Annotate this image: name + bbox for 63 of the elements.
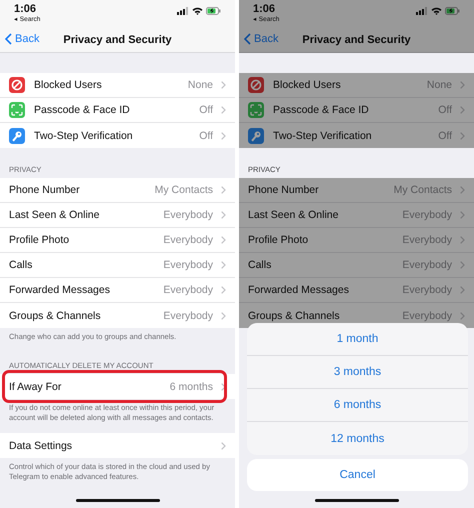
chevron-icon [460, 261, 465, 269]
chevron-icon [460, 186, 465, 194]
chevron-icon [221, 106, 226, 114]
chevron-icon [221, 382, 226, 390]
settings-row[interactable]: Groups & Channels Everybody [0, 303, 235, 328]
back-chevron-icon [5, 33, 12, 45]
chevron-icon [460, 211, 465, 219]
settings-row[interactable]: Blocked Users None [0, 73, 235, 98]
back-button[interactable]: Back [5, 33, 40, 45]
chevron-icon [460, 286, 465, 294]
signal-icon [177, 7, 189, 15]
settings-row[interactable]: Two-Step Verification Off [0, 123, 235, 148]
blocked-icon [248, 77, 264, 93]
settings-row[interactable]: Blocked Users None [239, 73, 474, 98]
blocked-icon [9, 77, 25, 93]
chevron-icon [221, 132, 226, 140]
settings-row[interactable]: Forwarded Messages Everybody [239, 278, 474, 303]
chevron-icon [221, 261, 226, 269]
face-scan-icon [248, 102, 264, 118]
chevron-icon [460, 132, 465, 140]
wifi-icon [192, 7, 203, 15]
settings-row[interactable]: Two-Step Verification Off [239, 123, 474, 148]
battery-icon [445, 7, 460, 15]
chevron-icon [460, 106, 465, 114]
chevron-icon [460, 312, 465, 320]
sheet-option[interactable]: 3 months [247, 356, 468, 389]
screen-title: Privacy and Security [63, 34, 172, 46]
signal-icon [416, 7, 428, 15]
settings-row[interactable]: Passcode & Face ID Off [239, 98, 474, 123]
chevron-icon [221, 236, 226, 244]
cancel-button[interactable]: Cancel [247, 459, 468, 491]
sheet-option[interactable]: 6 months [247, 389, 468, 422]
settings-row[interactable]: Profile Photo Everybody [239, 228, 474, 253]
screen-title: Privacy and Security [302, 34, 411, 46]
face-scan-icon [9, 102, 25, 118]
back-chevron-icon [244, 33, 251, 45]
settings-row[interactable]: Last Seen & Online Everybody [0, 203, 235, 228]
settings-row[interactable]: Data Settings [0, 433, 235, 458]
status-time: 1:06 [253, 3, 276, 16]
key-icon [9, 128, 25, 144]
settings-row[interactable]: Calls Everybody [0, 253, 235, 278]
battery-icon [206, 7, 221, 15]
settings-row[interactable]: If Away For 6 months [0, 374, 235, 399]
chevron-icon [221, 81, 226, 89]
settings-row[interactable]: Last Seen & Online Everybody [239, 203, 474, 228]
chevron-icon [460, 81, 465, 89]
chevron-icon [221, 442, 226, 450]
sheet-option[interactable]: 1 month [247, 323, 468, 356]
settings-row[interactable]: Phone Number My Contacts [239, 178, 474, 203]
settings-row[interactable]: Profile Photo Everybody [0, 228, 235, 253]
chevron-icon [221, 312, 226, 320]
settings-row[interactable]: Passcode & Face ID Off [0, 98, 235, 123]
wifi-icon [431, 7, 442, 15]
status-time: 1:06 [14, 3, 38, 16]
sheet-option[interactable]: 12 months [247, 422, 468, 455]
settings-row[interactable]: Calls Everybody [239, 253, 474, 278]
chevron-icon [221, 211, 226, 219]
settings-row[interactable]: Phone Number My Contacts [0, 178, 235, 203]
chevron-icon [460, 236, 465, 244]
chevron-icon [221, 186, 226, 194]
settings-row[interactable]: Forwarded Messages Everybody [0, 278, 235, 303]
chevron-icon [221, 286, 226, 294]
key-icon [248, 128, 264, 144]
